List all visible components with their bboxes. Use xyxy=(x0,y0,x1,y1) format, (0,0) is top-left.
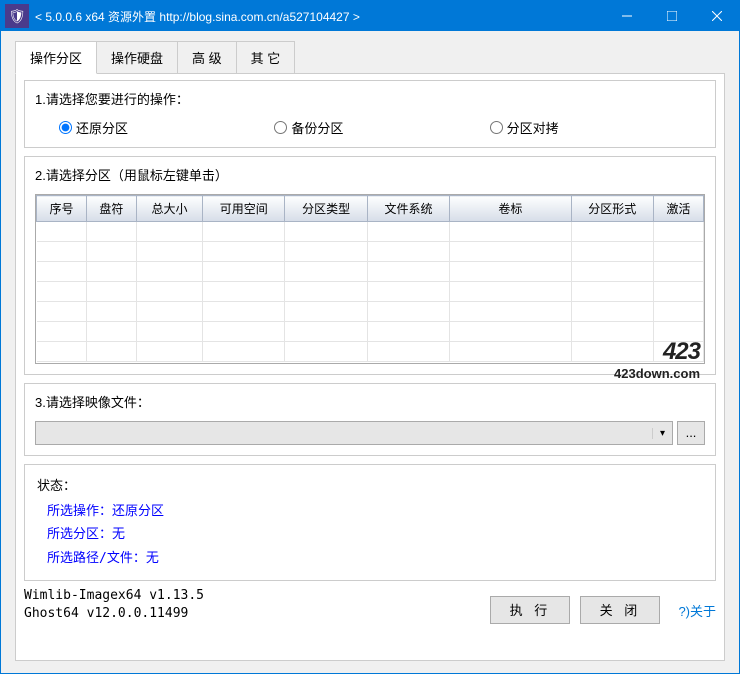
table-row[interactable] xyxy=(37,242,704,262)
section3-title: 3.请选择映像文件： xyxy=(35,392,705,411)
close-icon xyxy=(712,11,722,21)
minimize-button[interactable] xyxy=(604,1,649,31)
window-controls xyxy=(604,1,739,31)
radio-restore[interactable]: 还原分区 xyxy=(59,118,274,137)
radio-copy[interactable]: 分区对拷 xyxy=(490,118,705,137)
status-path: 所选路径/文件：无 xyxy=(47,547,703,570)
titlebar[interactable]: 🛡 < 5.0.0.6 x64 资源外置 http://blog.sina.co… xyxy=(1,1,739,31)
version-block: Wimlib-Imagex64 v1.13.5 Ghost64 v12.0.0.… xyxy=(24,587,480,623)
tabbar: 操作分区 操作硬盘 高 级 其 它 xyxy=(15,41,725,74)
col-scheme[interactable]: 分区形式 xyxy=(571,196,653,222)
radio-restore-input[interactable] xyxy=(59,121,72,134)
section1-title: 1.请选择您要进行的操作： xyxy=(35,89,705,108)
file-select-row: ▾ ... xyxy=(35,421,705,445)
partition-table: 序号 盘符 总大小 可用空间 分区类型 文件系统 卷标 分区形式 激活 xyxy=(36,195,704,362)
col-fs[interactable]: 文件系统 xyxy=(367,196,449,222)
version-wimlib: Wimlib-Imagex64 v1.13.5 xyxy=(24,587,480,605)
close-button[interactable] xyxy=(694,1,739,31)
radio-copy-label: 分区对拷 xyxy=(507,118,559,137)
col-label[interactable]: 卷标 xyxy=(450,196,571,222)
execute-button[interactable]: 执 行 xyxy=(490,596,570,624)
image-path-combo[interactable]: ▾ xyxy=(35,421,673,445)
table-header-row: 序号 盘符 总大小 可用空间 分区类型 文件系统 卷标 分区形式 激活 xyxy=(37,196,704,222)
status-operation: 所选操作：还原分区 xyxy=(47,500,703,523)
col-active[interactable]: 激活 xyxy=(653,196,703,222)
table-row[interactable] xyxy=(37,262,704,282)
radio-row: 还原分区 备份分区 分区对拷 xyxy=(35,118,705,137)
status-group: 状态： 所选操作：还原分区 所选分区：无 所选路径/文件：无 xyxy=(24,464,716,581)
radio-restore-label: 还原分区 xyxy=(76,118,128,137)
maximize-button[interactable] xyxy=(649,1,694,31)
tab-disk-ops[interactable]: 操作硬盘 xyxy=(96,41,178,73)
image-select-group: 3.请选择映像文件： ▾ ... xyxy=(24,383,716,456)
table-row[interactable] xyxy=(37,222,704,242)
col-free[interactable]: 可用空间 xyxy=(203,196,285,222)
section2-title: 2.请选择分区（用鼠标左键单击） xyxy=(35,165,705,184)
col-drive[interactable]: 盘符 xyxy=(86,196,136,222)
title-text: < 5.0.0.6 x64 资源外置 http://blog.sina.com.… xyxy=(33,8,604,25)
app-icon: 🛡 xyxy=(5,4,29,28)
partition-table-wrap[interactable]: 序号 盘符 总大小 可用空间 分区类型 文件系统 卷标 分区形式 激活 xyxy=(35,194,705,364)
radio-backup[interactable]: 备份分区 xyxy=(274,118,489,137)
table-row[interactable] xyxy=(37,302,704,322)
tab-partition-ops[interactable]: 操作分区 xyxy=(15,41,97,74)
status-title: 状态： xyxy=(37,475,703,494)
table-row[interactable] xyxy=(37,322,704,342)
about-link[interactable]: ?)关于 xyxy=(678,601,716,624)
partition-select-group: 2.请选择分区（用鼠标左键单击） 序号 盘符 总大小 可用空间 分区类型 文件系… xyxy=(24,156,716,375)
col-index[interactable]: 序号 xyxy=(37,196,87,222)
operation-select-group: 1.请选择您要进行的操作： 还原分区 备份分区 分区对拷 xyxy=(24,80,716,148)
table-row[interactable] xyxy=(37,342,704,362)
radio-backup-label: 备份分区 xyxy=(291,118,343,137)
footer: Wimlib-Imagex64 v1.13.5 Ghost64 v12.0.0.… xyxy=(24,587,716,623)
minimize-icon xyxy=(622,11,632,21)
maximize-icon xyxy=(667,11,677,21)
table-row[interactable] xyxy=(37,282,704,302)
content-area: 操作分区 操作硬盘 高 级 其 它 1.请选择您要进行的操作： 还原分区 备份分… xyxy=(1,31,739,673)
browse-button[interactable]: ... xyxy=(677,421,705,445)
tab-panel: 1.请选择您要进行的操作： 还原分区 备份分区 分区对拷 xyxy=(15,74,725,661)
col-ptype[interactable]: 分区类型 xyxy=(285,196,367,222)
radio-backup-input[interactable] xyxy=(274,121,287,134)
table-body xyxy=(37,222,704,362)
radio-copy-input[interactable] xyxy=(490,121,503,134)
status-partition: 所选分区：无 xyxy=(47,523,703,546)
app-window: 🛡 < 5.0.0.6 x64 资源外置 http://blog.sina.co… xyxy=(0,0,740,674)
tab-advanced[interactable]: 高 级 xyxy=(177,41,237,73)
close-app-button[interactable]: 关 闭 xyxy=(580,596,660,624)
col-total[interactable]: 总大小 xyxy=(136,196,202,222)
tab-other[interactable]: 其 它 xyxy=(236,41,296,73)
version-ghost: Ghost64 v12.0.0.11499 xyxy=(24,605,480,623)
chevron-down-icon[interactable]: ▾ xyxy=(652,428,672,439)
